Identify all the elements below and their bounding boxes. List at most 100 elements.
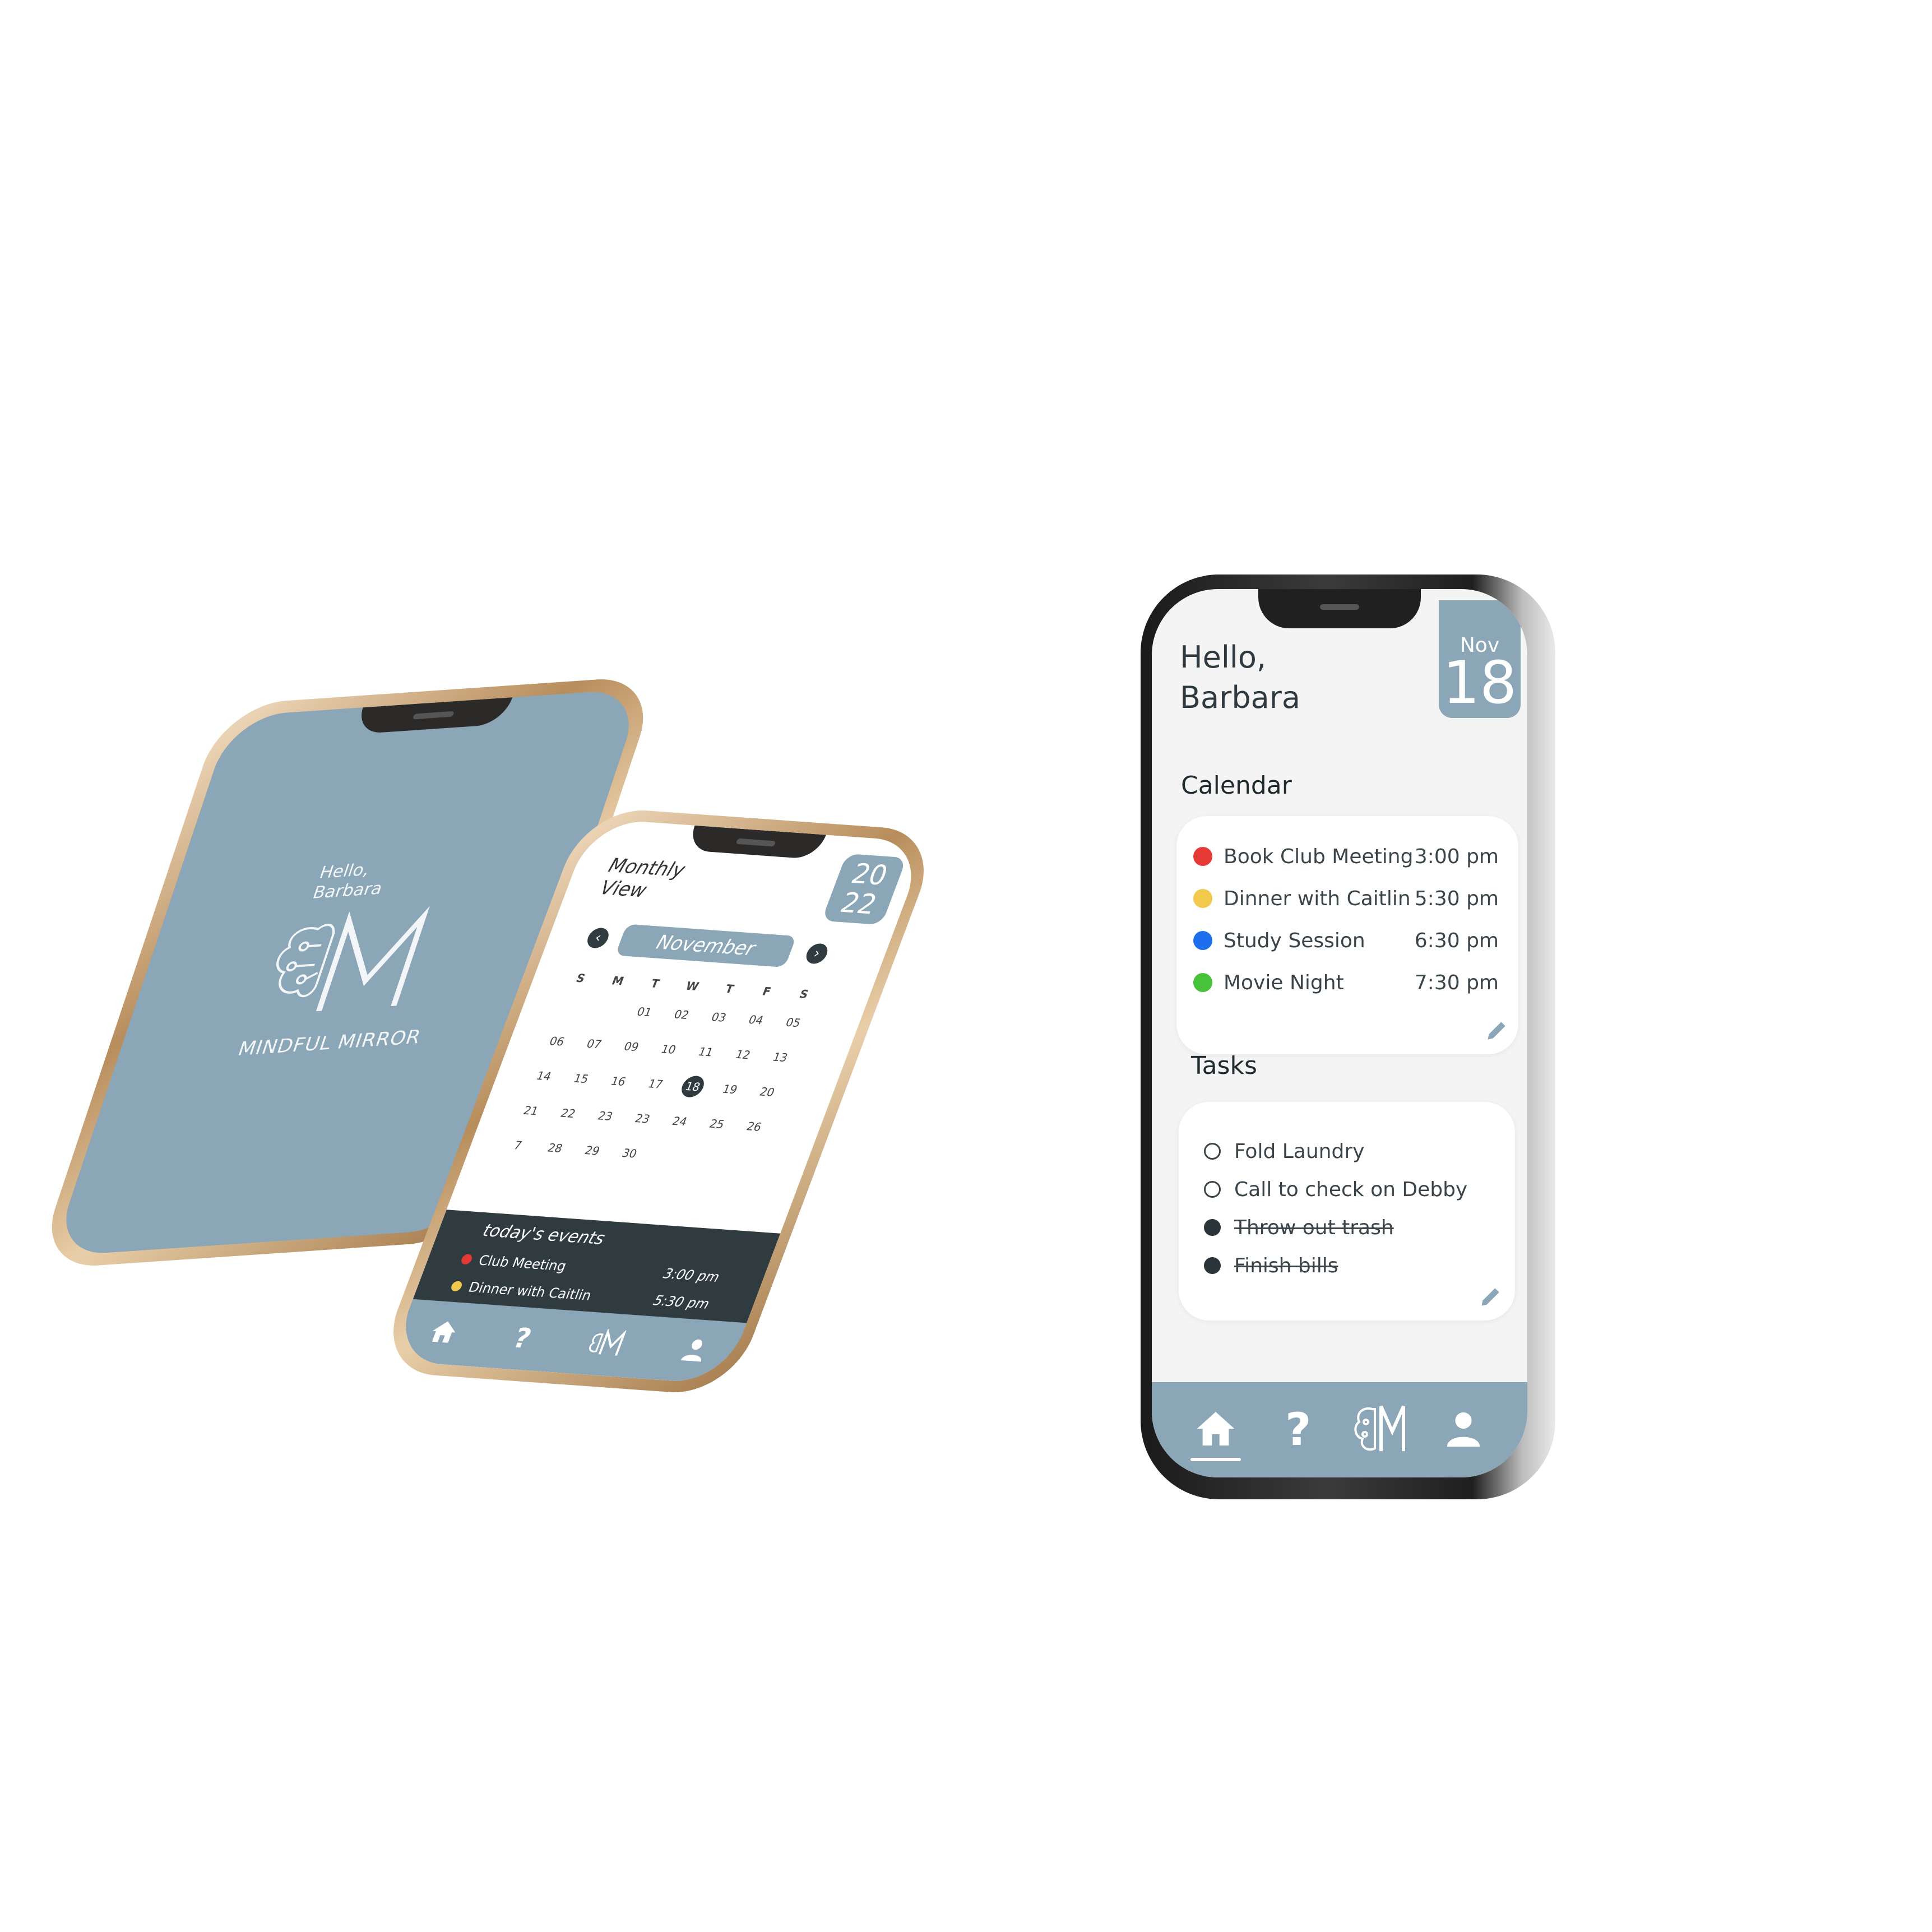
calendar-day[interactable]: 26 [733, 1119, 775, 1135]
month-selector: ‹ November › [582, 921, 846, 971]
calendar-day[interactable]: 10 [647, 1041, 689, 1058]
mindful-mirror-logo-icon [245, 904, 444, 1029]
task-row[interactable]: Finish bills [1204, 1250, 1495, 1281]
help-icon[interactable]: ? [506, 1315, 538, 1361]
task-label: Finish bills [1234, 1254, 1338, 1277]
calendar-event-row[interactable]: Movie Night 7:30 pm [1193, 966, 1499, 999]
weekday-label: W [683, 979, 701, 994]
task-checkbox[interactable] [1204, 1181, 1221, 1198]
splash-greeting: Hello, Barbara [310, 859, 392, 904]
year-bottom: 22 [836, 887, 882, 921]
calendar-day[interactable]: 15 [560, 1071, 602, 1087]
prev-month-button[interactable]: ‹ [584, 927, 612, 949]
home-icon[interactable] [424, 1317, 463, 1349]
calendar-day[interactable]: 19 [709, 1081, 751, 1097]
event-name: Study Session [1224, 929, 1365, 952]
event-time: 5:30 pm [651, 1292, 712, 1312]
event-name: Dinner with Caitlin [1224, 887, 1411, 910]
phone-home: Hello, Barbara Nov 18 Calendar Book Club… [1141, 574, 1555, 1499]
phone-notch [354, 697, 513, 735]
next-month-button[interactable]: › [803, 943, 831, 965]
mindful-mirror-logo-icon[interactable] [581, 1328, 631, 1361]
calendar-day[interactable]: 24 [659, 1113, 701, 1129]
calendar-card[interactable]: Book Club Meeting 3:00 pm Dinner with Cait… [1176, 816, 1518, 1054]
calendar-day[interactable]: 05 [772, 1014, 814, 1031]
todays-events-title: today's events [480, 1220, 608, 1249]
calendar-day[interactable]: 02 [660, 1007, 702, 1023]
calendar-day[interactable]: 11 [685, 1044, 727, 1060]
task-row[interactable]: Throw out trash [1204, 1212, 1495, 1243]
phone-notch [685, 825, 826, 860]
weekday-label: S [797, 987, 810, 1002]
calendar-day[interactable]: 22 [547, 1105, 589, 1122]
calendar-day[interactable]: 20 [746, 1084, 788, 1100]
event-color-dot [450, 1281, 464, 1292]
calendar-event-row[interactable]: Book Club Meeting 3:00 pm [1193, 840, 1499, 873]
task-checkbox[interactable] [1204, 1257, 1221, 1274]
bottom-nav: ? [1152, 1382, 1527, 1477]
calendar-day[interactable]: 18 [670, 1074, 716, 1099]
calendar-day[interactable]: 16 [597, 1073, 640, 1090]
calendar-day[interactable]: 21 [510, 1102, 552, 1119]
calendar-event-row[interactable]: Dinner with Caitlin 5:30 pm [1193, 882, 1499, 915]
calendar-day[interactable]: 14 [523, 1068, 565, 1084]
calendar-day[interactable]: 06 [536, 1033, 578, 1049]
calendar-day[interactable]: 30 [608, 1145, 650, 1161]
nav-home[interactable] [1190, 1402, 1241, 1461]
nav-help[interactable]: ? [1273, 1402, 1323, 1458]
home-screen: Hello, Barbara Nov 18 Calendar Book Club… [1152, 589, 1527, 1477]
calendar-day[interactable]: 23 [584, 1108, 626, 1124]
event-time: 6:30 pm [1414, 929, 1499, 952]
home-greeting-line1: Hello, [1180, 640, 1267, 675]
calendar-day[interactable]: 09 [610, 1039, 652, 1055]
calendar-section-title: Calendar [1181, 771, 1292, 800]
year-badge: 20 22 [821, 853, 907, 925]
event-name: Book Club Meeting [1224, 845, 1414, 868]
calendar-day[interactable]: 01 [623, 1004, 665, 1020]
month-label[interactable]: November [615, 924, 797, 968]
calendar-empty-cell [648, 1155, 685, 1157]
calendar-day[interactable]: 23 [622, 1110, 664, 1127]
event-color-dot [1193, 889, 1212, 908]
event-name: Dinner with Caitlin [466, 1279, 594, 1304]
tasks-section-title: Tasks [1191, 1051, 1257, 1080]
date-day: 18 [1442, 648, 1517, 717]
task-label: Fold Laundry [1234, 1139, 1365, 1163]
task-row[interactable]: Call to check on Debby [1204, 1174, 1495, 1205]
calendar-day[interactable]: 12 [722, 1046, 764, 1063]
weekday-label: F [760, 984, 773, 999]
splash-brand-name: MINDFUL MIRROR [235, 1026, 424, 1060]
event-name: Movie Night [1224, 971, 1344, 994]
task-label: Throw out trash [1234, 1216, 1394, 1239]
calendar-day[interactable]: 04 [735, 1012, 777, 1028]
calendar-day[interactable]: 25 [696, 1116, 738, 1132]
calendar-day[interactable]: 13 [759, 1049, 801, 1065]
profile-icon[interactable] [678, 1337, 712, 1365]
calendar-day[interactable]: 03 [698, 1009, 740, 1026]
event-name: Club Meeting [476, 1252, 569, 1275]
date-badge: Nov 18 [1439, 600, 1521, 718]
help-icon: ? [1285, 1403, 1312, 1456]
todays-event-row[interactable]: Club Meeting 3:00 pm [459, 1251, 722, 1285]
pencil-icon[interactable] [1485, 1018, 1509, 1043]
event-time: 3:00 pm [661, 1266, 722, 1285]
calendar-day[interactable]: 17 [634, 1076, 677, 1092]
calendar-empty-cell [552, 1006, 589, 1008]
task-checkbox[interactable] [1204, 1219, 1221, 1236]
calendar-event-row[interactable]: Study Session 6:30 pm [1193, 924, 1499, 957]
calendar-empty-cell [685, 1157, 722, 1160]
pencil-icon[interactable] [1479, 1284, 1503, 1309]
calendar-day[interactable]: 7 [497, 1137, 539, 1153]
nav-profile[interactable] [1438, 1402, 1489, 1458]
task-checkbox[interactable] [1204, 1143, 1221, 1160]
home-greeting-line2: Barbara [1180, 680, 1300, 715]
weekday-label: M [610, 974, 626, 988]
calendar-day[interactable]: 28 [534, 1140, 576, 1156]
nav-mindful-mirror[interactable] [1354, 1402, 1406, 1458]
task-row[interactable]: Fold Laundry [1204, 1136, 1495, 1167]
calendar-day[interactable]: 07 [573, 1036, 615, 1052]
calendar-day[interactable]: 29 [571, 1142, 613, 1159]
event-color-dot [1193, 973, 1212, 992]
event-color-dot [1193, 931, 1212, 950]
tasks-card[interactable]: Fold Laundry Call to check on Debby Throw … [1179, 1102, 1515, 1321]
